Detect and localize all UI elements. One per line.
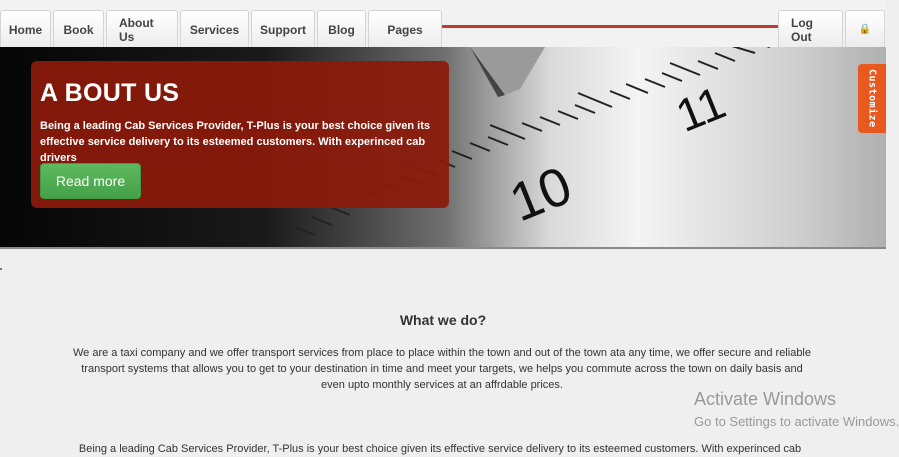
- lock-icon: 🔒: [858, 24, 872, 35]
- nav-book[interactable]: Book: [53, 10, 104, 49]
- nav-about-us[interactable]: About Us: [106, 10, 178, 49]
- ruler-tick: [609, 90, 631, 100]
- ruler-tick: [714, 52, 736, 62]
- section-title: What we do?: [399, 312, 487, 328]
- ruler-tick: [574, 104, 596, 114]
- ruler-tick: [669, 62, 701, 76]
- section-text-secondary: Being a leading Cab Services Provider, T…: [78, 443, 802, 455]
- nav-blog[interactable]: Blog: [317, 10, 366, 49]
- ruler-tick: [311, 216, 333, 226]
- accent-line: [440, 25, 780, 28]
- ruler-tick: [661, 72, 683, 82]
- nav-services[interactable]: Services: [180, 10, 249, 49]
- about-title: A BOUT US: [40, 79, 180, 107]
- ruler-tick: [577, 92, 613, 108]
- ruler-tick: [521, 122, 543, 132]
- nav-home[interactable]: Home: [0, 10, 51, 49]
- ruler-tick: [625, 83, 649, 94]
- ruler-tick: [557, 110, 579, 120]
- ruler-tick: [697, 60, 719, 70]
- lock-button[interactable]: 🔒: [845, 10, 885, 49]
- ruler-tick: [644, 78, 666, 88]
- watermark-line-2: Go to Settings to activate Windows.: [694, 414, 899, 429]
- main-nav: Home Book About Us Services Support Blog…: [0, 10, 442, 49]
- section-text: We are a taxi company and we offer trans…: [72, 347, 811, 391]
- ruler-tick: [489, 124, 526, 140]
- ruler-tick: [487, 136, 509, 146]
- about-text: Being a leading Cab Services Provider, T…: [40, 120, 431, 164]
- ruler-tick: [539, 116, 561, 126]
- user-nav: Log Out 🔒: [778, 10, 885, 49]
- hero-banner: 10 11 A BOUT US Being a leading Cab Serv…: [0, 47, 886, 249]
- logout-button[interactable]: Log Out: [778, 10, 843, 49]
- customize-label: Customize: [866, 69, 878, 128]
- nav-pages[interactable]: Pages: [368, 10, 442, 49]
- ruler-tick: [731, 47, 756, 54]
- read-more-button[interactable]: Read more: [40, 163, 141, 199]
- ruler-number-10: 10: [502, 155, 580, 233]
- customize-tab[interactable]: Customize: [858, 64, 886, 133]
- about-card: A BOUT US Being a leading Cab Services P…: [31, 61, 449, 208]
- stray-mark: [0, 268, 2, 270]
- pencil-tip: [470, 47, 545, 97]
- ruler-number-11: 11: [669, 76, 733, 142]
- activate-windows-watermark: Activate Windows Go to Settings to activ…: [694, 388, 899, 431]
- ruler-tick: [451, 150, 473, 160]
- nav-support[interactable]: Support: [251, 10, 315, 49]
- ruler-tick: [469, 142, 491, 152]
- ruler-tick: [294, 226, 316, 236]
